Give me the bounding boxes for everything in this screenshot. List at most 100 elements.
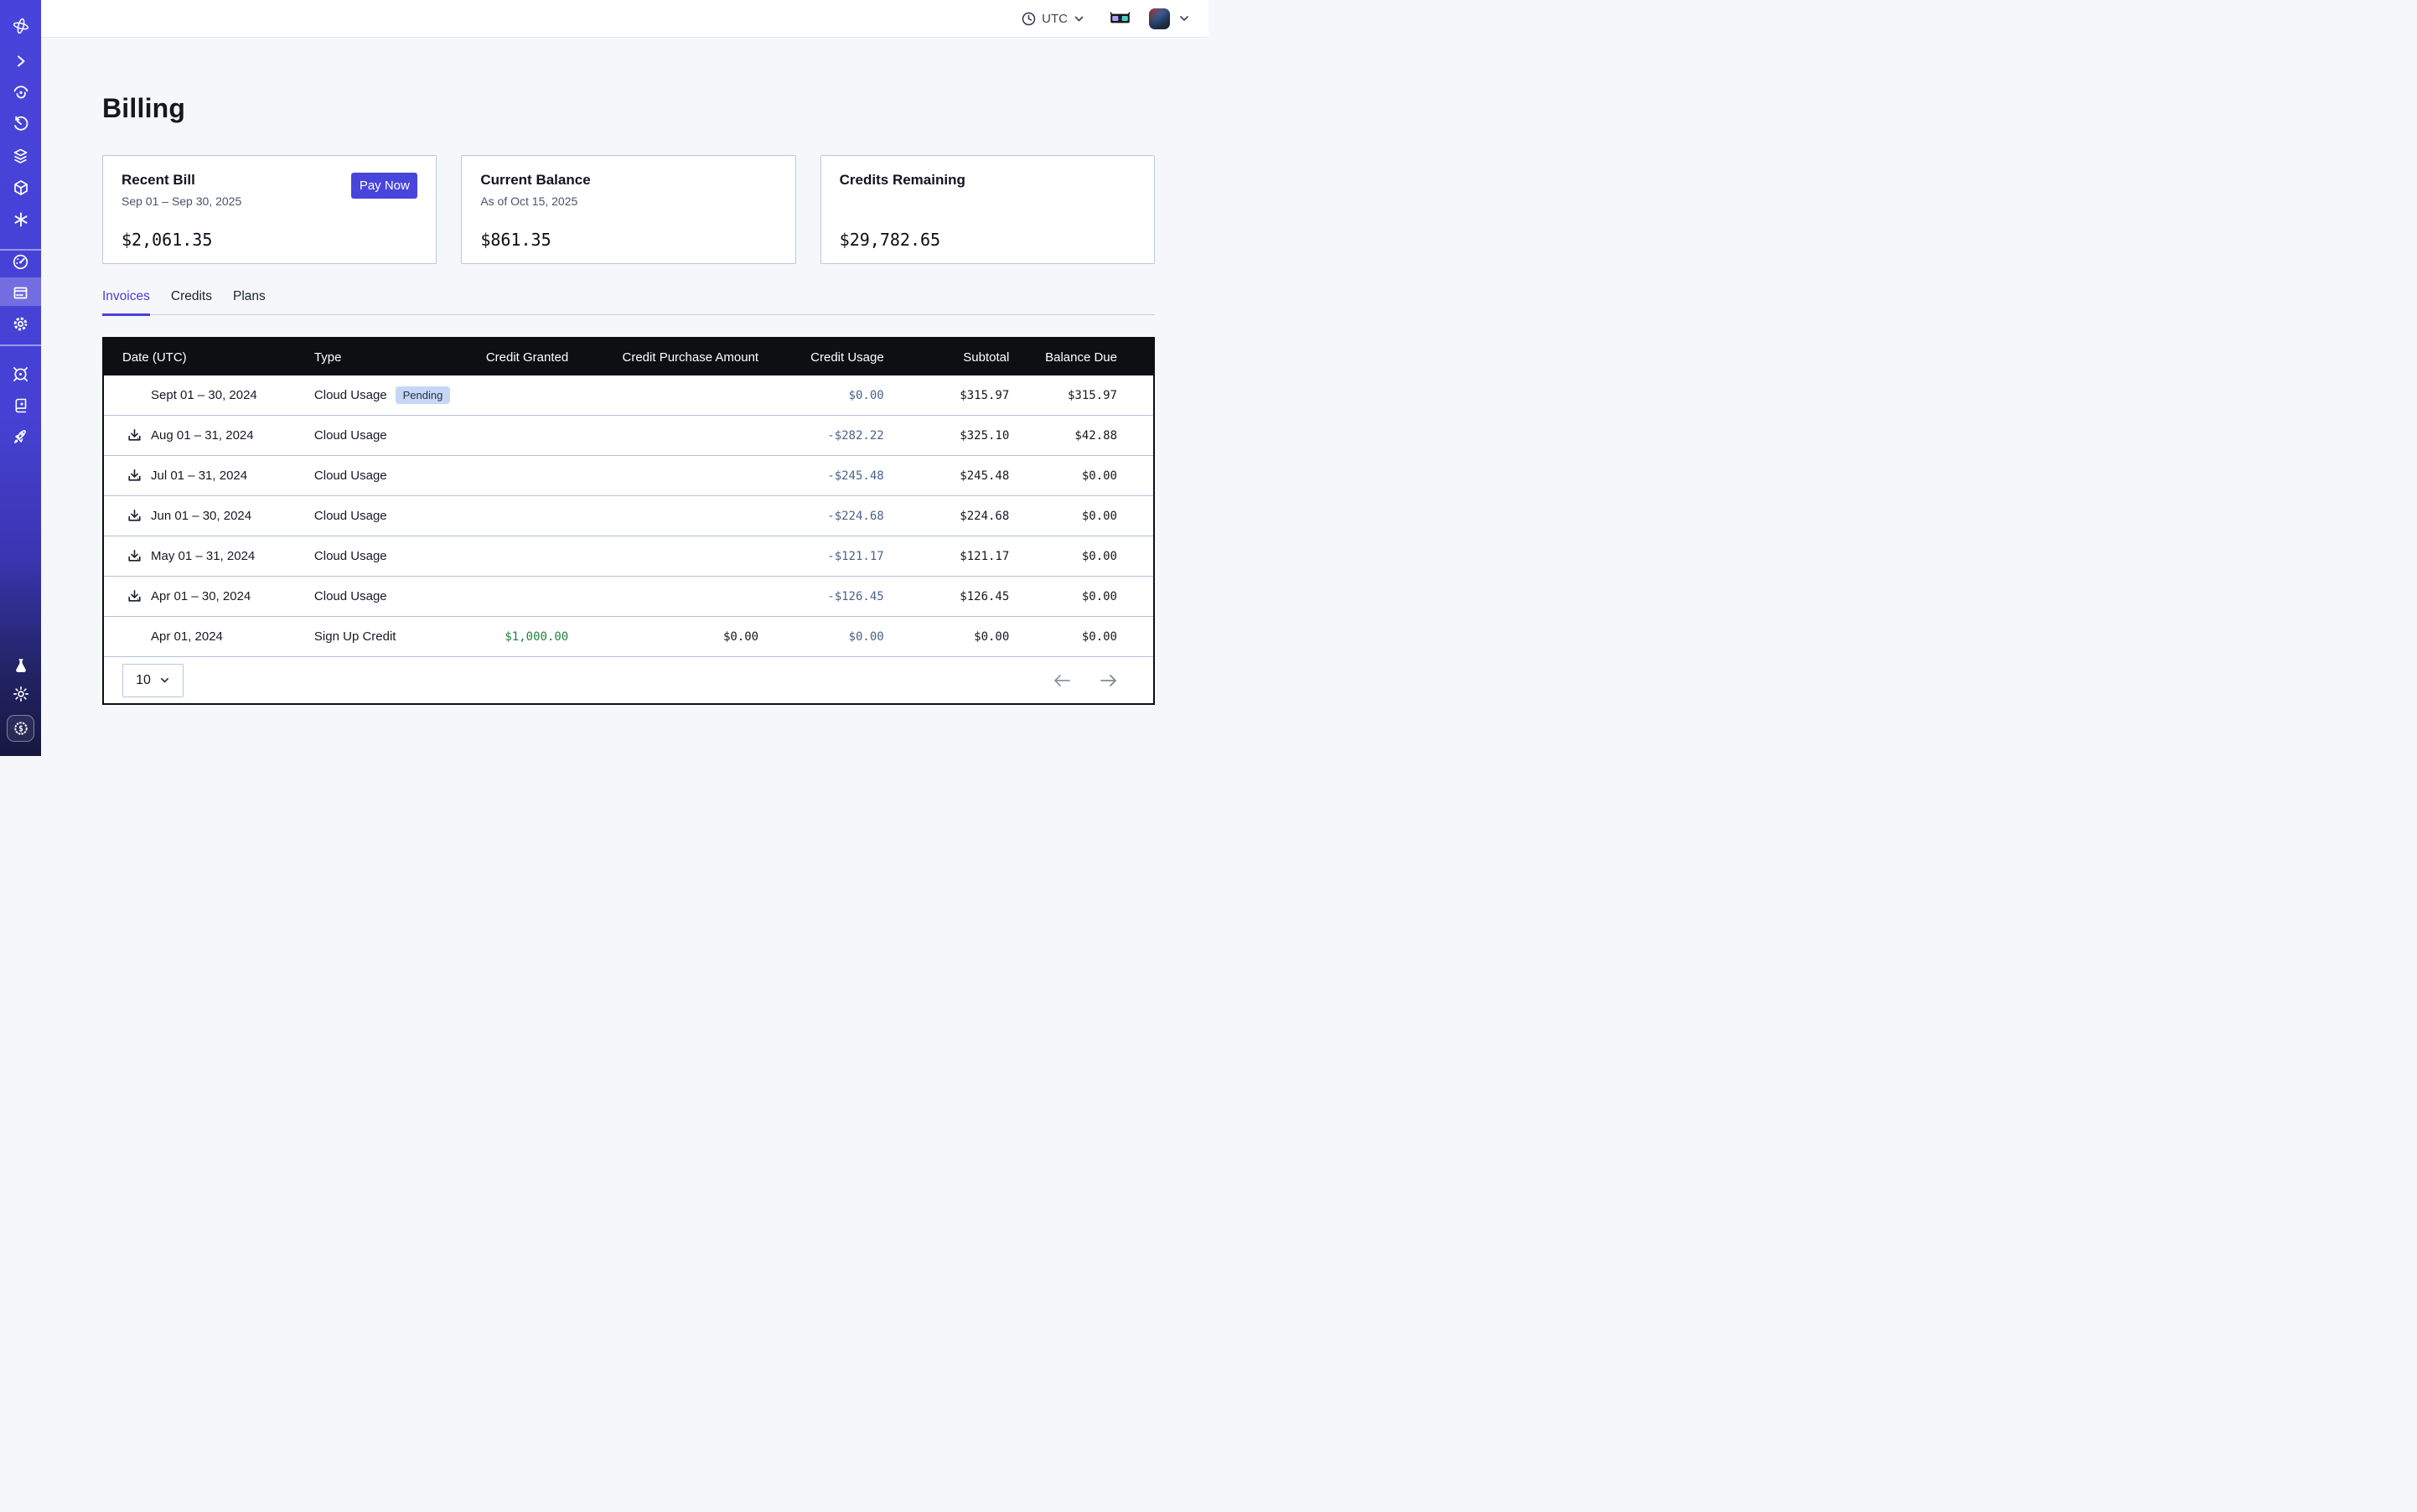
credit-purchase-value <box>573 577 763 617</box>
balance-due-value: $0.00 <box>1014 496 1153 536</box>
credit-usage-value: $0.00 <box>763 375 889 416</box>
timezone-selector[interactable]: UTC <box>1022 12 1084 26</box>
3d-glasses-icon[interactable] <box>1110 12 1131 25</box>
current-balance-amount: $861.35 <box>480 230 551 250</box>
tab-credits[interactable]: Credits <box>171 289 212 314</box>
invoice-date: Sept 01 – 30, 2024 <box>151 388 257 402</box>
layers-icon[interactable] <box>0 141 41 171</box>
collapse-chevron-icon[interactable] <box>0 46 41 76</box>
sidebar-item-billing[interactable] <box>0 277 41 306</box>
tab-invoices[interactable]: Invoices <box>102 289 150 314</box>
billing-icon <box>0 277 41 308</box>
credit-usage-value: $0.00 <box>763 617 889 657</box>
balance-due-value: $0.00 <box>1014 617 1153 657</box>
col-credit-purchase: Credit Purchase Amount <box>573 339 763 375</box>
balance-due-value: $0.00 <box>1014 456 1153 496</box>
credit-purchase-value <box>573 456 763 496</box>
card-subtitle <box>840 194 1136 209</box>
subtotal-value: $315.97 <box>889 375 1015 416</box>
invoice-date: Jul 01 – 31, 2024 <box>151 469 247 483</box>
pay-now-button[interactable]: Pay Now <box>351 173 417 199</box>
invoice-date: Apr 01 – 30, 2024 <box>151 589 251 603</box>
invoice-type: Sign Up Credit <box>314 629 396 644</box>
page-title: Billing <box>102 93 1155 124</box>
subtotal-value: $126.45 <box>889 577 1015 617</box>
table-row: Apr 01 – 30, 2024Cloud Usage-$126.45$126… <box>104 577 1153 617</box>
page-size-select[interactable]: 10 <box>122 664 184 697</box>
table-row: Jun 01 – 30, 2024Cloud Usage-$224.68$224… <box>104 496 1153 536</box>
balance-due-value: $42.88 <box>1014 416 1153 456</box>
card-title: Credits Remaining <box>840 172 1136 189</box>
invoice-type: Cloud Usage <box>314 469 387 483</box>
download-invoice-icon[interactable] <box>127 589 142 603</box>
table-row: Sept 01 – 30, 2024 Cloud Usage Pending $0.0… <box>104 375 1153 416</box>
table-row: May 01 – 31, 2024Cloud Usage-$121.17$121… <box>104 536 1153 577</box>
main-content: Billing Recent Bill Sep 01 – Sep 30, 202… <box>41 38 1208 756</box>
invoice-type: Cloud Usage <box>314 509 387 523</box>
prev-page-arrow[interactable] <box>1049 671 1074 691</box>
page-size-value: 10 <box>136 673 151 688</box>
status-badge: Pending <box>396 386 451 404</box>
credit-purchase-value <box>573 496 763 536</box>
col-date: Date (UTC) <box>104 339 298 375</box>
billing-tabs: Invoices Credits Plans <box>102 289 1155 315</box>
chevron-down-icon <box>1074 13 1084 24</box>
account-chevron-down-icon[interactable] <box>1178 13 1190 24</box>
logo-icon <box>0 11 41 41</box>
credit-purchase-value <box>573 375 763 416</box>
balance-due-value: $315.97 <box>1014 375 1153 416</box>
balance-due-value: $0.00 <box>1014 536 1153 577</box>
asterisk-icon[interactable] <box>0 205 41 235</box>
docs-book-icon[interactable] <box>0 391 41 421</box>
helm-icon[interactable] <box>0 359 41 389</box>
subtotal-value: $245.48 <box>889 456 1015 496</box>
subtotal-value: $0.00 <box>889 617 1015 657</box>
credit-granted-value <box>474 375 573 416</box>
col-type: Type <box>298 339 474 375</box>
history-icon[interactable] <box>0 109 41 139</box>
cube-icon[interactable] <box>0 173 41 203</box>
invoice-type: Cloud Usage <box>314 388 387 402</box>
credit-usage-value: -$121.17 <box>763 536 889 577</box>
download-invoice-icon[interactable] <box>127 509 142 523</box>
dashboard-icon[interactable] <box>0 246 41 277</box>
recent-bill-amount: $2,061.35 <box>122 230 212 250</box>
download-invoice-icon[interactable] <box>127 469 142 483</box>
subtotal-value: $325.10 <box>889 416 1015 456</box>
credit-purchase-value <box>573 416 763 456</box>
col-credit-usage: Credit Usage <box>763 339 889 375</box>
summary-cards: Recent Bill Sep 01 – Sep 30, 2025 $2,061… <box>102 155 1155 264</box>
credits-remaining-amount: $29,782.65 <box>840 230 940 250</box>
credit-purchase-value: $0.00 <box>573 617 763 657</box>
settings-gear-icon[interactable] <box>0 308 41 339</box>
credit-granted-value: $1,000.00 <box>474 617 573 657</box>
topbar: UTC <box>41 0 1208 38</box>
invoice-type: Cloud Usage <box>314 589 387 603</box>
tab-plans[interactable]: Plans <box>233 289 266 314</box>
download-invoice-icon[interactable] <box>127 549 142 563</box>
credits-badge-button[interactable]: $ <box>7 715 34 742</box>
download-invoice-icon[interactable] <box>127 428 142 443</box>
experiments-flask-icon[interactable] <box>0 650 41 681</box>
credit-granted-value <box>474 416 573 456</box>
invoice-date: May 01 – 31, 2024 <box>151 549 255 563</box>
table-header-row: Date (UTC) Type Credit Granted Credit Pu… <box>104 339 1153 375</box>
credit-purchase-value <box>573 536 763 577</box>
subtotal-value: $224.68 <box>889 496 1015 536</box>
invoice-type: Cloud Usage <box>314 549 387 563</box>
credit-granted-value <box>474 456 573 496</box>
clock-icon <box>1022 12 1036 26</box>
credit-usage-value: -$245.48 <box>763 456 889 496</box>
credit-usage-value: -$282.22 <box>763 416 889 456</box>
observe-icon[interactable] <box>0 77 41 107</box>
credit-usage-value: -$224.68 <box>763 496 889 536</box>
table-pagination: 10 <box>104 656 1153 703</box>
credit-granted-value <box>474 496 573 536</box>
table-row: Apr 01, 2024Sign Up Credit$1,000.00$0.00… <box>104 617 1153 657</box>
invoices-table-container: Date (UTC) Type Credit Granted Credit Pu… <box>102 337 1155 705</box>
avatar[interactable] <box>1149 8 1170 29</box>
next-page-arrow[interactable] <box>1096 671 1121 691</box>
col-credit-granted: Credit Granted <box>474 339 573 375</box>
rocket-icon[interactable] <box>0 422 41 452</box>
theme-sun-icon[interactable] <box>0 679 41 709</box>
